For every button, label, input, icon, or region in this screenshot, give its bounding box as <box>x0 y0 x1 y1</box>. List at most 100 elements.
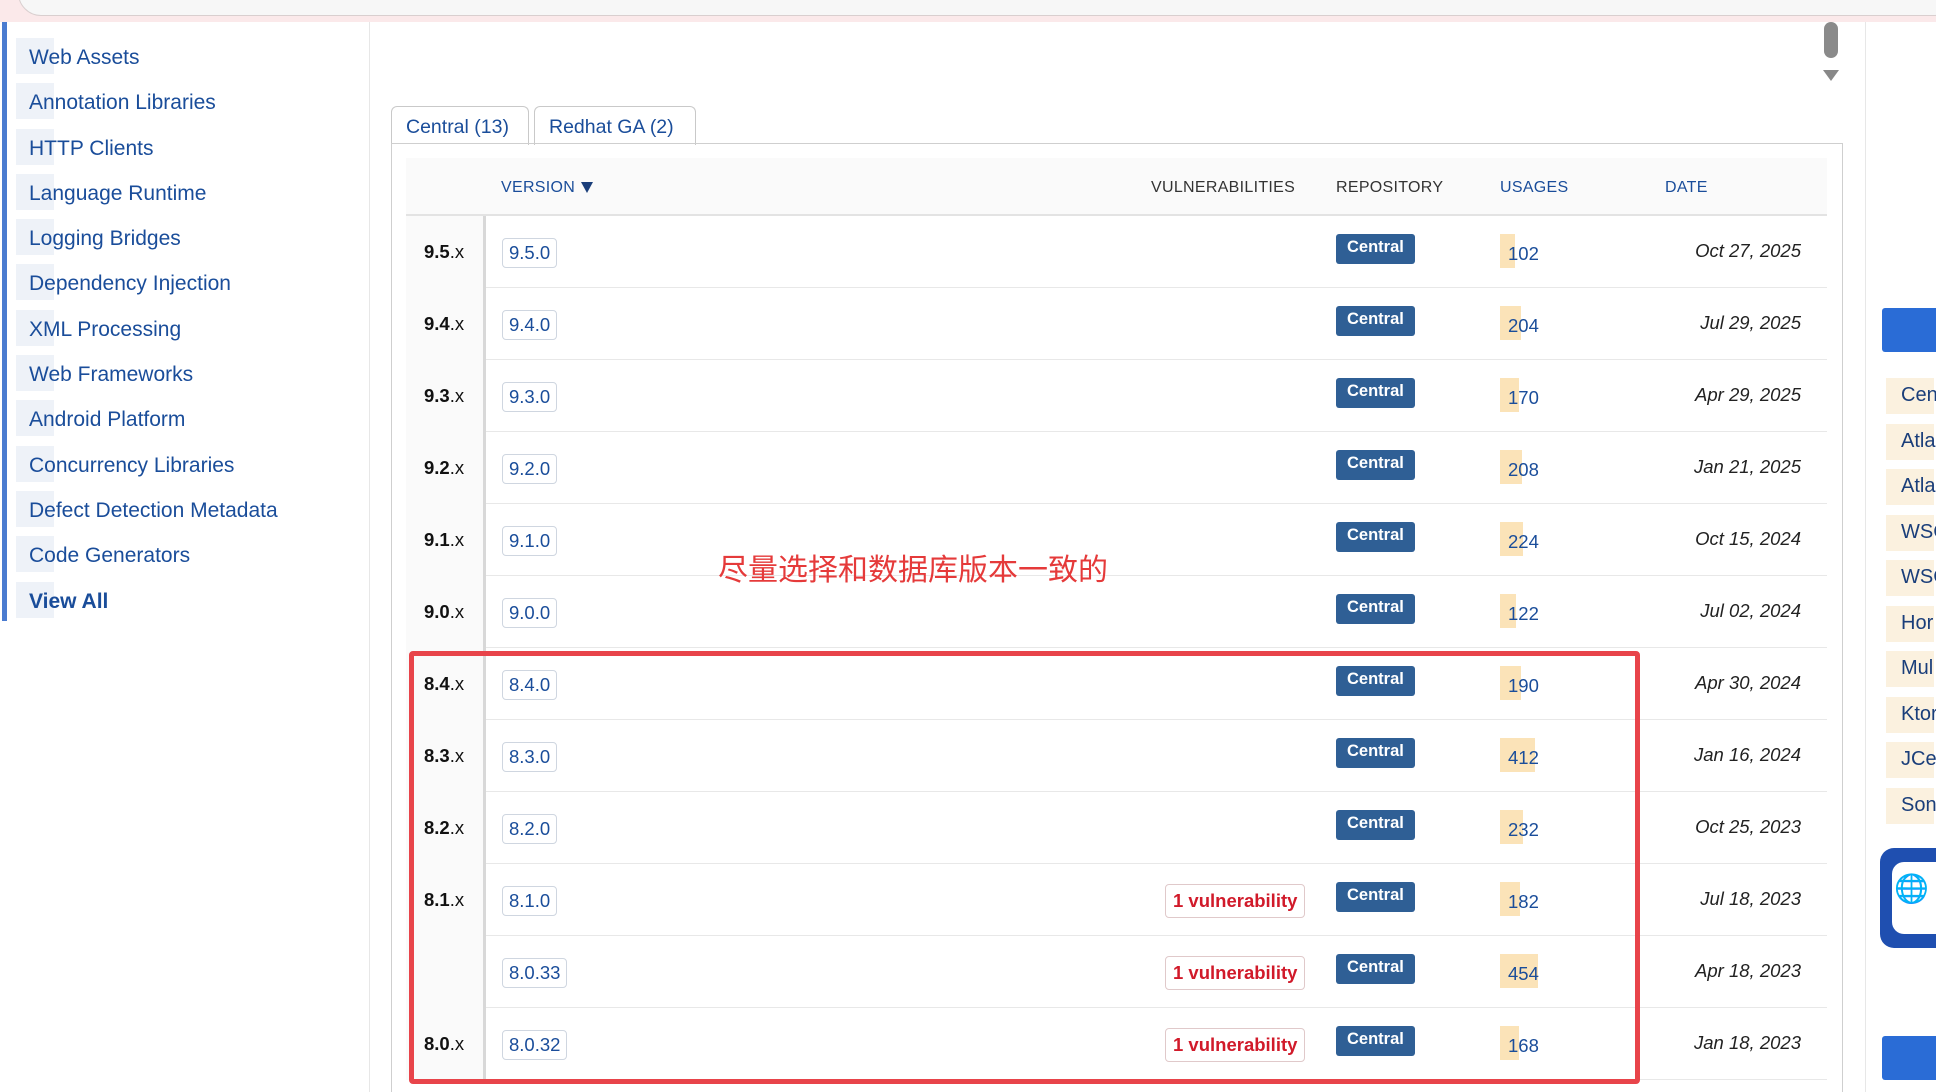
release-date: Oct 15, 2024 <box>1695 528 1801 549</box>
sidebar-item-bar <box>2 484 7 531</box>
sidebar-item-label[interactable]: Web Assets <box>29 46 140 70</box>
globe-icon: 🌐 <box>1894 873 1929 904</box>
release-date: Oct 25, 2023 <box>1695 816 1801 837</box>
release-date: Jul 29, 2025 <box>1700 312 1801 333</box>
right-link-label[interactable]: JCer <box>1901 748 1936 771</box>
table-row: 9.1.x 9.1.0 Central 224 Oct 15, 2024 <box>406 504 1827 576</box>
category-sidebar: Web Assets Annotation Libraries HTTP Clien… <box>0 22 370 1092</box>
header-date[interactable]: Date <box>1665 179 1708 197</box>
release-date: Jan 16, 2024 <box>1694 744 1801 765</box>
repository-badge[interactable]: Central <box>1336 594 1415 624</box>
release-date: Apr 30, 2024 <box>1695 672 1801 693</box>
right-link-label[interactable]: Hor <box>1901 612 1933 635</box>
language-card[interactable]: 🌐 <box>1880 848 1936 948</box>
sidebar-item[interactable]: XML Processing <box>0 303 370 350</box>
right-action-button[interactable] <box>1882 308 1936 352</box>
right-link-label[interactable]: Cent <box>1901 384 1936 407</box>
usage-link[interactable]: 204 <box>1508 315 1539 337</box>
header-usages[interactable]: Usages <box>1500 179 1569 197</box>
version-link[interactable]: 9.3.0 <box>502 382 558 412</box>
sidebar-item-label[interactable]: Annotation Libraries <box>29 91 216 115</box>
sidebar-item-label[interactable]: Web Frameworks <box>29 363 193 387</box>
right-link-item[interactable]: Ktor <box>1886 691 1936 737</box>
release-date: Jan 21, 2025 <box>1694 456 1801 477</box>
right-link-item[interactable]: JCer <box>1886 736 1936 782</box>
version-link[interactable]: 9.2.0 <box>502 454 558 484</box>
right-link-item[interactable]: Atla <box>1886 418 1936 464</box>
header-version[interactable]: Version <box>501 179 594 197</box>
version-group-major: 9.4 <box>424 313 450 334</box>
sidebar-item-bar <box>2 77 7 123</box>
usage-link[interactable]: 224 <box>1508 531 1539 553</box>
right-link-label[interactable]: WSC <box>1901 521 1936 544</box>
table-row: 9.5.x 9.5.0 Central 102 Oct 27, 2025 <box>406 216 1827 288</box>
usage-link[interactable]: 208 <box>1508 459 1539 481</box>
right-link-item[interactable]: Cent <box>1886 372 1936 418</box>
version-group-suffix: .x <box>449 313 465 334</box>
version-link[interactable]: 9.1.0 <box>502 526 558 556</box>
version-group-label: 9.5.x <box>424 241 464 263</box>
sidebar-item-bar <box>2 349 7 395</box>
scrollbar-thumb[interactable] <box>1824 22 1838 58</box>
version-link[interactable]: 9.5.0 <box>502 238 558 268</box>
version-group-label: 9.0.x <box>424 601 464 623</box>
sidebar-item[interactable]: Logging Bridges <box>0 213 370 259</box>
right-link-label[interactable]: WSC <box>1901 566 1936 589</box>
sidebar-item-label[interactable]: Android Platform <box>29 408 185 432</box>
sidebar-item[interactable]: Dependency Injection <box>0 258 370 304</box>
sidebar-item[interactable]: Code Generators <box>0 530 370 576</box>
sidebar-item-bar <box>2 530 7 576</box>
right-link-item[interactable]: Atla <box>1886 463 1936 509</box>
sidebar-item[interactable]: Annotation Libraries <box>0 77 370 123</box>
sidebar-item-label[interactable]: Language Runtime <box>29 182 206 206</box>
sidebar-item[interactable]: Android Platform <box>0 394 370 440</box>
repository-badge[interactable]: Central <box>1336 522 1415 552</box>
sidebar-item[interactable]: View All <box>0 575 370 621</box>
scroll-down-arrow-icon[interactable] <box>1823 70 1839 81</box>
tab-central[interactable]: Central (13) <box>391 106 529 145</box>
usage-link[interactable]: 122 <box>1508 603 1539 625</box>
sidebar-item[interactable]: Web Frameworks <box>0 349 370 395</box>
sidebar-item[interactable]: Concurrency Libraries <box>0 439 370 485</box>
sidebar-item-label[interactable]: Logging Bridges <box>29 227 181 251</box>
usage-link[interactable]: 102 <box>1508 243 1539 265</box>
sidebar-item-label[interactable]: Concurrency Libraries <box>29 454 234 478</box>
sidebar-item-label[interactable]: Defect Detection Metadata <box>29 499 278 523</box>
repository-badge[interactable]: Central <box>1336 234 1415 264</box>
right-link-item[interactable]: WSC <box>1886 554 1936 600</box>
right-link-label[interactable]: Ktor <box>1901 703 1936 726</box>
repository-badge[interactable]: Central <box>1336 378 1415 408</box>
annotation-highlight-box <box>409 651 1640 1084</box>
right-link-item[interactable]: Hor <box>1886 600 1936 646</box>
version-link[interactable]: 9.0.0 <box>502 598 558 628</box>
sidebar-item[interactable]: HTTP Clients <box>0 122 370 168</box>
header-vulnerabilities: Vulnerabilities <box>1151 179 1296 196</box>
right-link-item[interactable]: Sona <box>1886 782 1936 828</box>
version-group-major: 9.5 <box>424 241 450 262</box>
right-link-label[interactable]: Mul <box>1901 657 1933 680</box>
sidebar-item-label[interactable]: View All <box>29 590 108 614</box>
version-link[interactable]: 9.4.0 <box>502 310 558 340</box>
table-row: 9.4.x 9.4.0 Central 204 Jul 29, 2025 <box>406 288 1827 360</box>
usage-link[interactable]: 170 <box>1508 387 1539 409</box>
sidebar-item-label[interactable]: XML Processing <box>29 318 181 342</box>
repository-badge[interactable]: Central <box>1336 306 1415 336</box>
right-link-item[interactable]: WSC <box>1886 509 1936 555</box>
sidebar-item-label[interactable]: Dependency Injection <box>29 272 231 296</box>
right-link-item[interactable]: Mul <box>1886 645 1936 691</box>
sidebar-item-bar <box>2 167 7 214</box>
right-link-label[interactable]: Atla <box>1901 430 1935 453</box>
sidebar-item[interactable]: Language Runtime <box>0 167 370 214</box>
sidebar-item-label[interactable]: HTTP Clients <box>29 137 153 161</box>
right-bottom-button[interactable] <box>1882 1036 1936 1080</box>
right-link-label[interactable]: Sona <box>1901 794 1936 817</box>
version-group-major: 9.2 <box>424 457 450 478</box>
right-link-label[interactable]: Atla <box>1901 475 1935 498</box>
sidebar-item[interactable]: Defect Detection Metadata <box>0 484 370 531</box>
tab-redhat-ga[interactable]: Redhat GA (2) <box>534 106 696 145</box>
repository-badge[interactable]: Central <box>1336 450 1415 480</box>
sidebar-item[interactable]: Web Assets <box>0 32 370 78</box>
sidebar-item-label[interactable]: Code Generators <box>29 544 190 568</box>
version-group: 9.3.x <box>406 360 486 432</box>
category-list: Web Assets Annotation Libraries HTTP Clien… <box>0 22 370 621</box>
